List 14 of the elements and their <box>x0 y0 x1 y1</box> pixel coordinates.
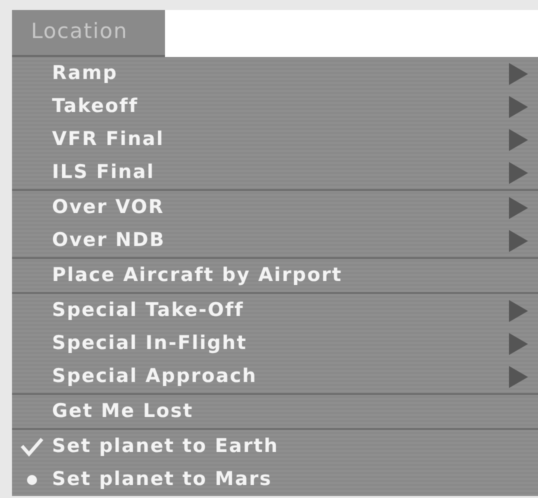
menu-title[interactable]: Location <box>12 10 165 57</box>
menu-item[interactable]: Place Aircraft by Airport <box>12 259 538 292</box>
menu-item[interactable]: Special In-Flight <box>12 327 538 360</box>
menu-item[interactable]: Special Approach <box>12 360 538 393</box>
menu-item[interactable]: Over VOR <box>12 191 538 224</box>
menu-item[interactable]: ILS Final <box>12 156 538 189</box>
menu-item[interactable]: Over NDB <box>12 224 538 257</box>
menu-item[interactable]: Set planet to Earth <box>12 430 538 463</box>
menu-item[interactable]: Set planet to Mars <box>12 463 538 496</box>
menu-item[interactable]: Takeoff <box>12 90 538 123</box>
menu-item[interactable]: VFR Final <box>12 123 538 156</box>
menu-item[interactable]: Get Me Lost <box>12 395 538 428</box>
menu-item[interactable]: Special Take-Off <box>12 294 538 327</box>
menu-item[interactable]: Ramp <box>12 57 538 90</box>
